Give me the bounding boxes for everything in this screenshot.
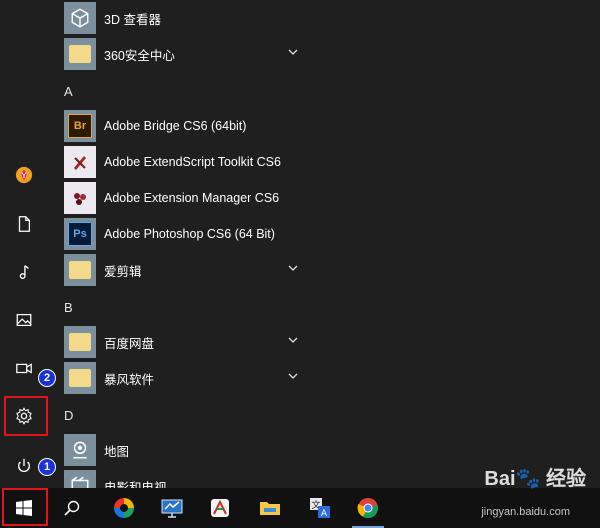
folder-icon	[260, 502, 280, 515]
start-highlight-box	[2, 488, 48, 526]
app-list: 3D 查看器 360安全中心 A Br Adobe Bridge CS6 (64…	[48, 0, 600, 488]
group-header-d[interactable]: D	[64, 408, 73, 423]
taskbar-chrome[interactable]	[344, 488, 392, 528]
music-icon[interactable]	[0, 252, 48, 292]
app-label: 地图	[104, 444, 130, 459]
app-item-photoshop[interactable]: Ps Adobe Photoshop CS6 (64 Bit)	[48, 216, 308, 252]
svg-text:A: A	[321, 509, 328, 519]
app-label: Adobe Photoshop CS6 (64 Bit)	[104, 227, 275, 241]
chevron-down-icon[interactable]	[288, 371, 298, 381]
colorful-app-icon	[114, 498, 134, 518]
app-item-3d-viewer[interactable]: 3D 查看器	[48, 0, 308, 36]
app-item-baidu-netdisk[interactable]: 百度网盘	[48, 324, 308, 360]
app-label: Adobe ExtendScript Toolkit CS6	[104, 155, 281, 169]
folder-icon	[64, 254, 96, 286]
app-label: 爱剪辑	[104, 264, 142, 279]
search-icon	[64, 500, 80, 516]
app-label: Adobe Bridge CS6 (64bit)	[104, 119, 247, 133]
folder-icon	[64, 38, 96, 70]
maps-icon	[64, 434, 96, 466]
app-item-adobe-bridge[interactable]: Br Adobe Bridge CS6 (64bit)	[48, 108, 308, 144]
app-item-baofeng[interactable]: 暴风软件	[48, 360, 308, 396]
movies-tv-icon	[64, 470, 96, 488]
photoshop-icon: Ps	[64, 218, 96, 250]
drawing-app-icon	[211, 499, 229, 517]
document-icon[interactable]	[0, 204, 48, 244]
folder-icon	[64, 362, 96, 394]
app-item-extendscript[interactable]: Adobe ExtendScript Toolkit CS6	[48, 144, 308, 180]
step-badge-2: 2	[38, 369, 56, 387]
monitor-app-icon	[161, 499, 183, 518]
taskbar-file-explorer[interactable]	[246, 488, 294, 528]
tile-text: Br	[68, 114, 92, 138]
taskbar-app-1[interactable]	[100, 488, 148, 528]
pictures-icon[interactable]	[0, 300, 48, 340]
chevron-down-icon[interactable]	[288, 263, 298, 273]
chevron-down-icon[interactable]	[288, 47, 298, 57]
folder-icon	[64, 326, 96, 358]
adobe-bridge-icon: Br	[64, 110, 96, 142]
watermark-brand2: 经验	[546, 468, 586, 490]
group-header-b[interactable]: B	[64, 300, 73, 315]
watermark-brand: Bai	[484, 468, 516, 490]
user-avatar-icon[interactable]: Y	[0, 155, 48, 195]
3d-viewer-icon	[64, 2, 96, 34]
app-item-aijianji[interactable]: 爱剪辑	[48, 252, 308, 288]
baidu-watermark: Bai🐾 经验	[484, 468, 586, 490]
app-label: 暴风软件	[104, 372, 155, 387]
extension-manager-icon	[64, 182, 96, 214]
group-header-a[interactable]: A	[64, 84, 73, 99]
taskbar-app-3[interactable]	[196, 488, 244, 528]
watermark-url: jingyan.baidu.com	[481, 506, 570, 518]
tile-text: Ps	[68, 222, 92, 246]
svg-text:Y: Y	[21, 171, 27, 181]
translate-icon: 文A	[310, 498, 330, 519]
app-item-maps[interactable]: 地图	[48, 432, 308, 468]
taskbar-app-2[interactable]	[148, 488, 196, 528]
settings-highlight-box	[4, 396, 48, 436]
app-label: Adobe Extension Manager CS6	[104, 191, 280, 205]
app-label: 百度网盘	[104, 336, 155, 351]
extendscript-icon	[64, 146, 96, 178]
chrome-icon	[357, 498, 378, 519]
app-item-extension-manager[interactable]: Adobe Extension Manager CS6	[48, 180, 308, 216]
app-label: 360安全中心	[104, 48, 175, 63]
app-label: 电影和电视	[104, 480, 167, 489]
app-item-360[interactable]: 360安全中心	[48, 36, 308, 72]
taskbar-translator[interactable]: 文A	[296, 488, 344, 528]
chevron-down-icon[interactable]	[288, 335, 298, 345]
search-button[interactable]	[48, 488, 96, 528]
app-label: 3D 查看器	[104, 12, 161, 27]
step-badge-1: 1	[38, 458, 56, 476]
app-item-movies-tv[interactable]: 电影和电视	[48, 468, 308, 488]
